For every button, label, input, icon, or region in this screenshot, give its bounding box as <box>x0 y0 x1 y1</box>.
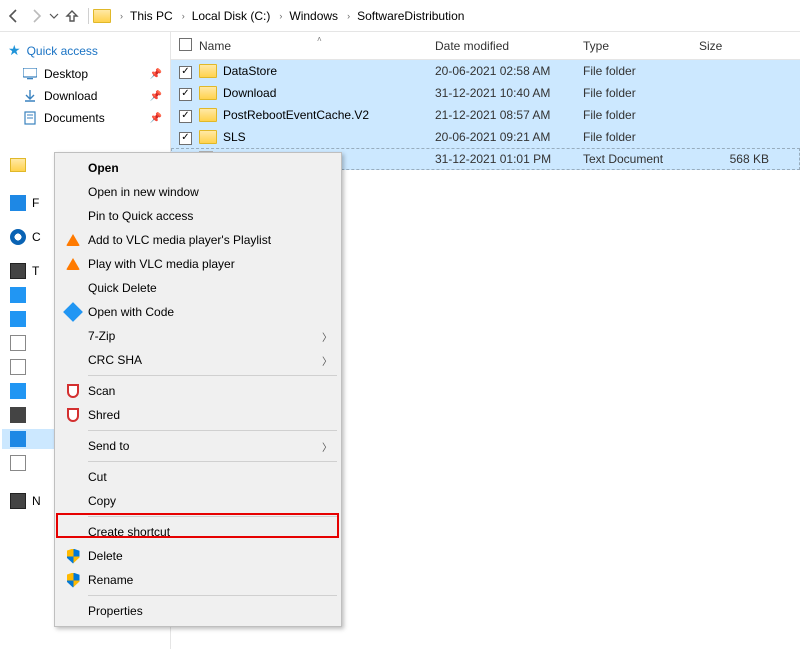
ctx-copy[interactable]: Copy <box>58 489 338 513</box>
row-checkbox[interactable]: ✓ <box>179 66 192 79</box>
row-checkbox[interactable]: ✓ <box>179 88 192 101</box>
ctx-send-to[interactable]: Send to〉 <box>58 434 338 458</box>
quick-access-label: Quick access <box>27 44 98 58</box>
pin-icon: 📌 <box>150 69 162 80</box>
file-date: 31-12-2021 01:01 PM <box>435 152 583 166</box>
file-date: 20-06-2021 09:21 AM <box>435 130 583 144</box>
separator <box>88 375 337 376</box>
file-name: PostRebootEventCache.V2 <box>223 108 369 122</box>
column-header-name[interactable]: Name ˄ <box>199 39 435 53</box>
star-icon: ★ <box>8 42 21 59</box>
sidebar-item-label: Documents <box>44 111 105 125</box>
separator <box>88 8 89 24</box>
file-type: File folder <box>583 130 699 144</box>
separator <box>88 430 337 431</box>
ctx-pin-quick-access[interactable]: Pin to Quick access <box>58 204 338 228</box>
chevron-right-icon: › <box>279 11 282 21</box>
file-name: SLS <box>223 130 246 144</box>
file-size: 568 KB <box>699 152 769 166</box>
ctx-create-shortcut[interactable]: Create shortcut <box>58 520 338 544</box>
folder-icon <box>93 9 111 23</box>
folder-icon <box>199 86 217 100</box>
chevron-right-icon: › <box>182 11 185 21</box>
desktop-icon <box>22 68 38 80</box>
pin-icon: 📌 <box>150 113 162 124</box>
chevron-right-icon: 〉 <box>322 353 332 368</box>
file-type: File folder <box>583 108 699 122</box>
chevron-right-icon: 〉 <box>322 329 332 344</box>
ctx-shred[interactable]: Shred <box>58 403 338 427</box>
ctx-open-new-window[interactable]: Open in new window <box>58 180 338 204</box>
quick-access-header[interactable]: ★ Quick access <box>8 42 166 59</box>
folder-icon <box>199 130 217 144</box>
uac-shield-icon <box>64 571 82 589</box>
ctx-open[interactable]: Open <box>58 156 338 180</box>
ctx-scan[interactable]: Scan <box>58 379 338 403</box>
ctx-delete[interactable]: Delete <box>58 544 338 568</box>
up-button[interactable] <box>62 6 82 26</box>
ctx-vlc-add[interactable]: Add to VLC media player's Playlist <box>58 228 338 252</box>
folder-icon <box>199 108 217 122</box>
column-header-row: Name ˄ Date modified Type Size <box>171 32 800 60</box>
sort-ascending-icon: ˄ <box>317 35 322 44</box>
file-type: Text Document <box>583 152 699 166</box>
ctx-rename[interactable]: Rename <box>58 568 338 592</box>
ctx-quick-delete[interactable]: Quick Delete <box>58 276 338 300</box>
folder-icon <box>199 64 217 78</box>
file-name: Download <box>223 86 276 100</box>
separator <box>88 461 337 462</box>
vlc-icon <box>64 231 82 249</box>
ctx-vlc-play[interactable]: Play with VLC media player <box>58 252 338 276</box>
ctx-7zip[interactable]: 7-Zip〉 <box>58 324 338 348</box>
uac-shield-icon <box>64 547 82 565</box>
chevron-right-icon: 〉 <box>322 439 332 454</box>
breadcrumb-item[interactable]: Windows <box>285 7 342 25</box>
documents-icon <box>22 111 38 125</box>
separator <box>88 516 337 517</box>
vlc-icon <box>64 255 82 273</box>
ctx-cut[interactable]: Cut <box>58 465 338 489</box>
separator <box>88 595 337 596</box>
address-bar: › This PC › Local Disk (C:) › Windows › … <box>0 0 800 32</box>
select-all-checkbox[interactable] <box>179 38 199 54</box>
chevron-right-icon: › <box>120 11 123 21</box>
file-row[interactable]: ✓ DataStore 20-06-2021 02:58 AM File fol… <box>171 60 800 82</box>
file-name: DataStore <box>223 64 277 78</box>
context-menu: Open Open in new window Pin to Quick acc… <box>54 152 342 627</box>
file-row[interactable]: ✓ SLS 20-06-2021 09:21 AM File folder <box>171 126 800 148</box>
sidebar-item-label: Download <box>44 89 97 103</box>
breadcrumb-item[interactable]: Local Disk (C:) <box>188 7 275 25</box>
download-icon <box>22 89 38 103</box>
sidebar-item-label: Desktop <box>44 67 88 81</box>
back-button[interactable] <box>4 6 24 26</box>
column-header-type[interactable]: Type <box>583 39 699 53</box>
sidebar-item-documents[interactable]: Documents 📌 <box>8 107 166 129</box>
file-date: 21-12-2021 08:57 AM <box>435 108 583 122</box>
breadcrumb[interactable]: › This PC › Local Disk (C:) › Windows › … <box>93 4 796 28</box>
row-checkbox[interactable]: ✓ <box>179 132 192 145</box>
file-row[interactable]: ✓ PostRebootEventCache.V2 21-12-2021 08:… <box>171 104 800 126</box>
column-header-size[interactable]: Size <box>699 39 800 53</box>
sidebar-item-desktop[interactable]: Desktop 📌 <box>8 63 166 85</box>
file-date: 31-12-2021 10:40 AM <box>435 86 583 100</box>
vscode-icon <box>64 303 82 321</box>
column-header-date[interactable]: Date modified <box>435 39 583 53</box>
ctx-crc-sha[interactable]: CRC SHA〉 <box>58 348 338 372</box>
file-date: 20-06-2021 02:58 AM <box>435 64 583 78</box>
chevron-right-icon: › <box>347 11 350 21</box>
file-type: File folder <box>583 86 699 100</box>
recent-locations-dropdown[interactable] <box>48 6 60 26</box>
pin-icon: 📌 <box>150 91 162 102</box>
forward-button[interactable] <box>26 6 46 26</box>
file-row[interactable]: ✓ Download 31-12-2021 10:40 AM File fold… <box>171 82 800 104</box>
breadcrumb-item[interactable]: This PC <box>126 7 177 25</box>
mcafee-icon <box>64 406 82 424</box>
file-type: File folder <box>583 64 699 78</box>
mcafee-icon <box>64 382 82 400</box>
row-checkbox[interactable]: ✓ <box>179 110 192 123</box>
ctx-open-with-code[interactable]: Open with Code <box>58 300 338 324</box>
breadcrumb-item[interactable]: SoftwareDistribution <box>353 7 468 25</box>
ctx-properties[interactable]: Properties <box>58 599 338 623</box>
sidebar-item-download[interactable]: Download 📌 <box>8 85 166 107</box>
